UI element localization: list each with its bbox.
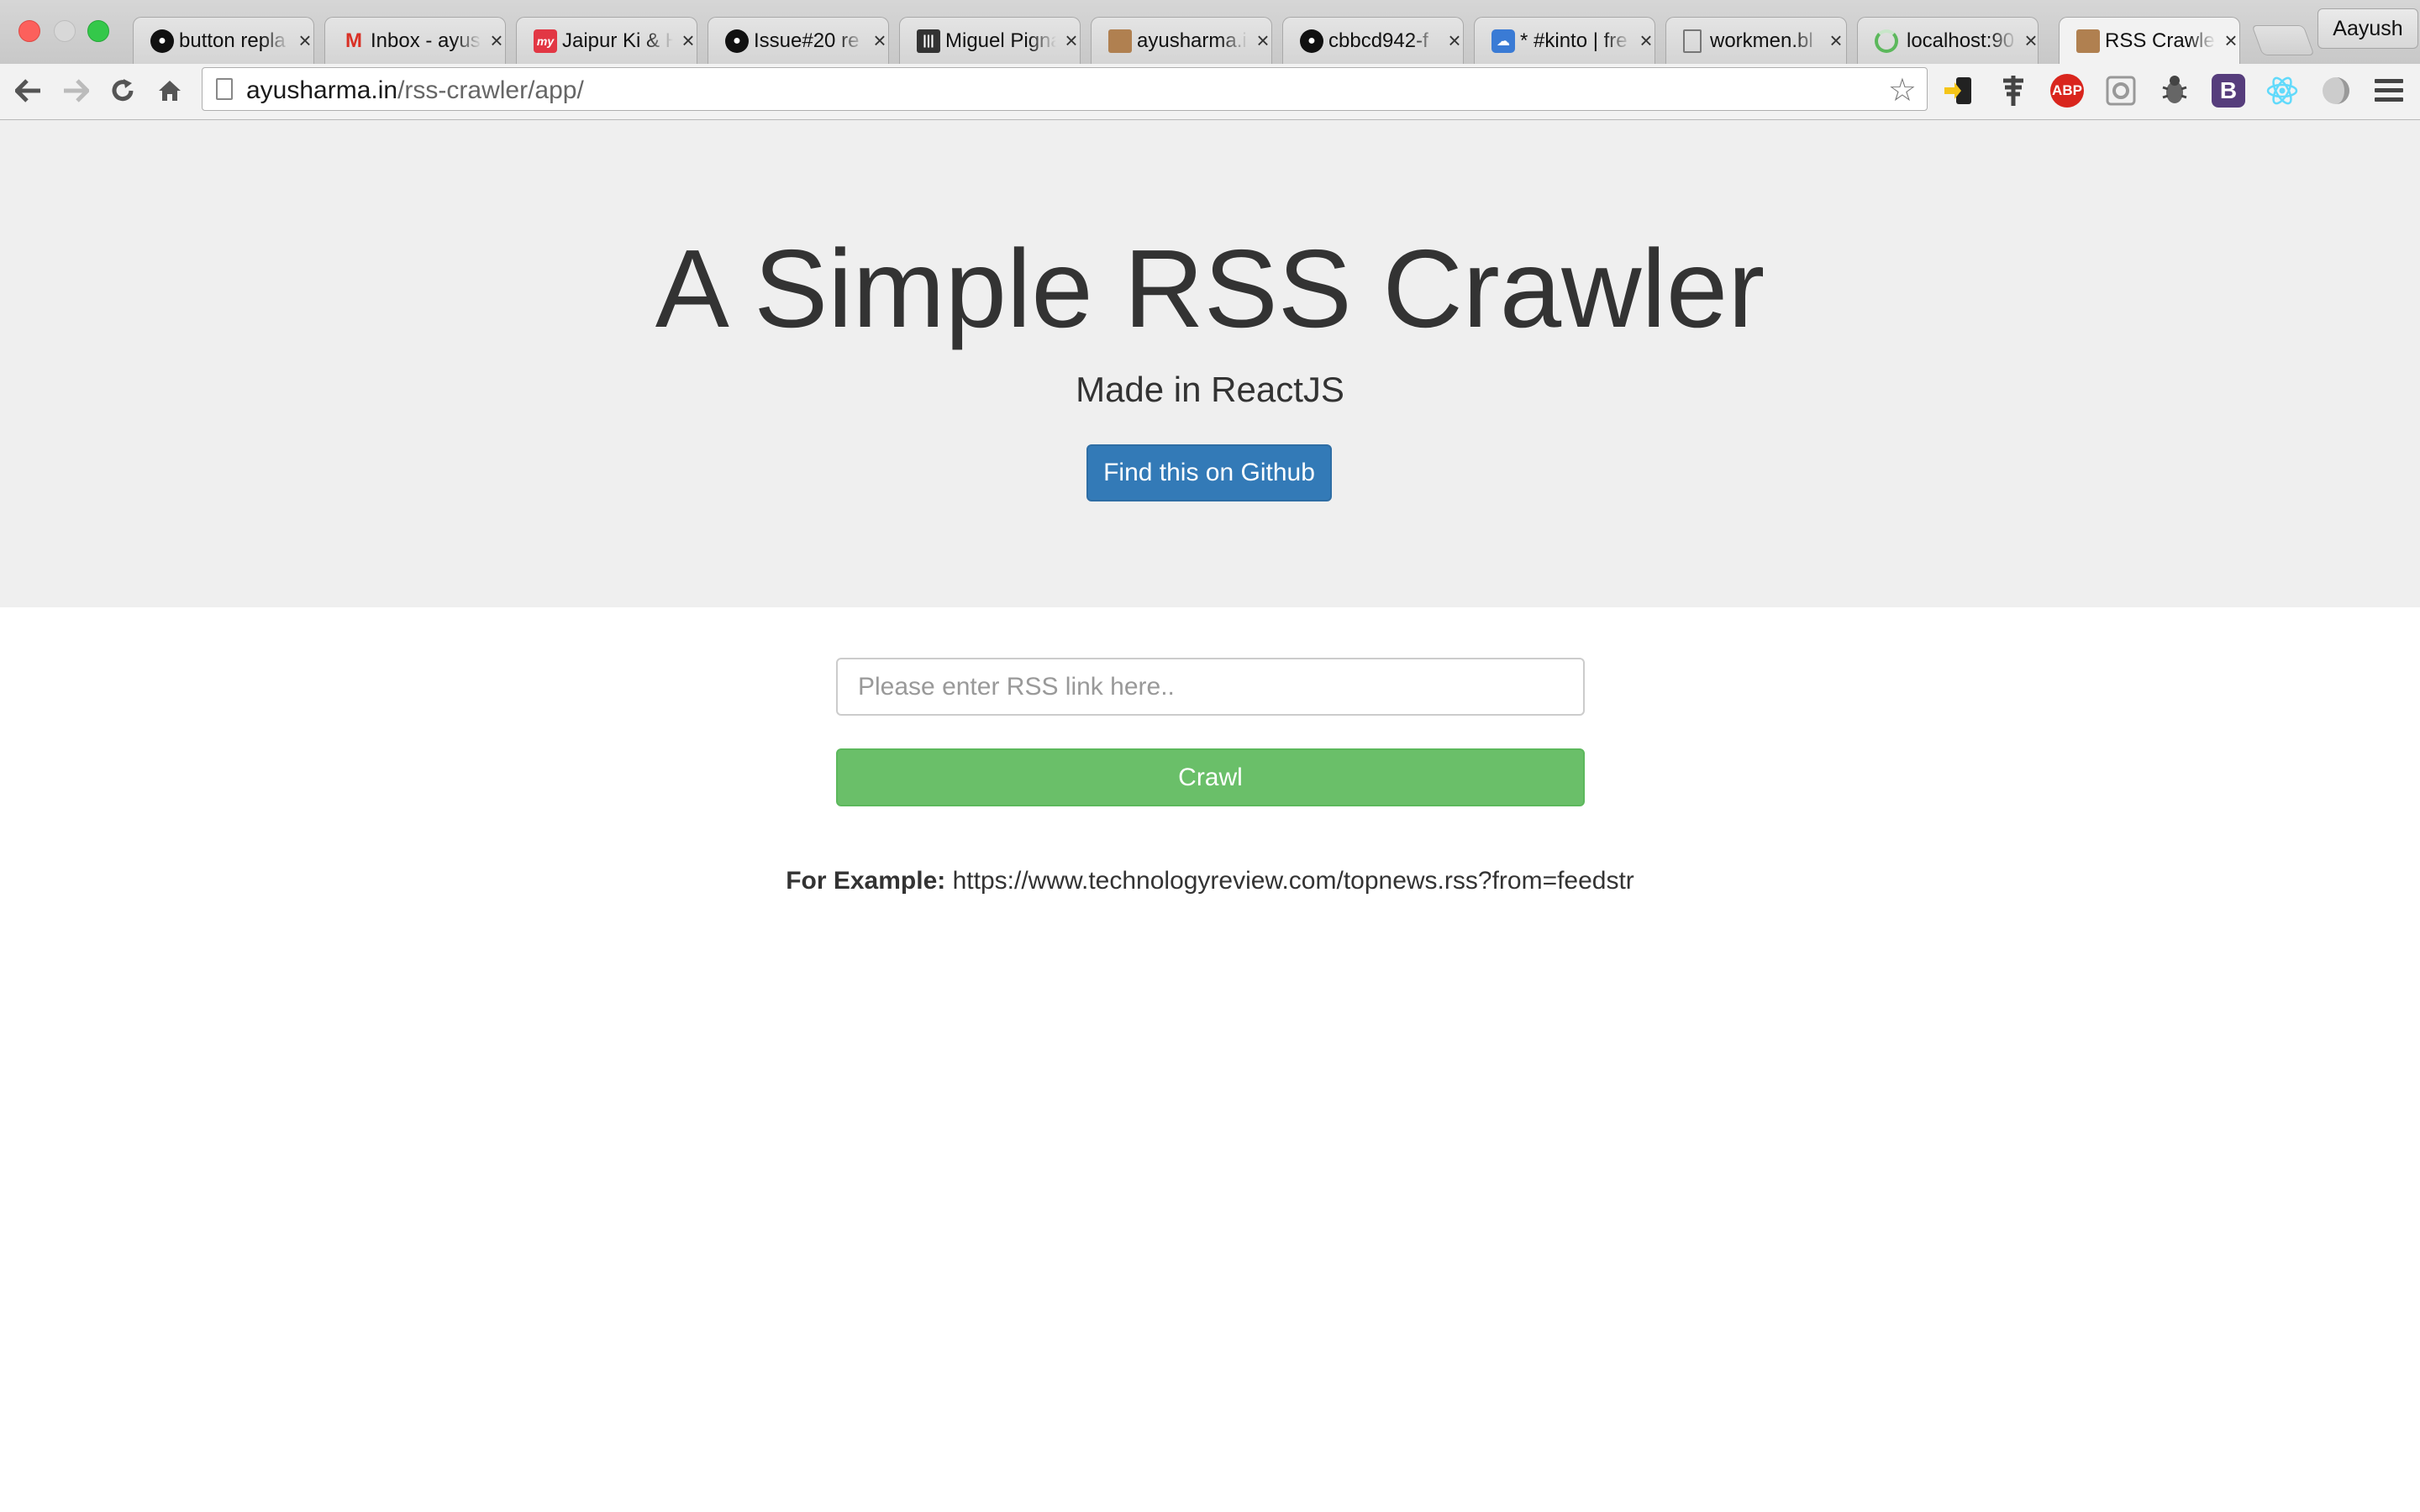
gmail-icon: M	[345, 29, 362, 52]
zoom-window-button[interactable]	[87, 20, 109, 42]
example-label: For Example:	[786, 867, 946, 895]
tab-title: * #kinto | fre	[1520, 29, 1628, 52]
browser-tab-active[interactable]: RSS Crawler ×	[2059, 17, 2240, 64]
url-path: /rss-crawler/app/	[397, 76, 584, 104]
home-icon[interactable]	[151, 72, 188, 109]
page-icon	[216, 78, 233, 100]
browser-tab[interactable]: ☁ * #kinto | fre ×	[1474, 17, 1655, 64]
tab-title: cbbcd942-f	[1328, 29, 1428, 52]
tab-close-icon[interactable]: ×	[1063, 28, 1080, 54]
tab-title: Issue#20 re	[754, 29, 860, 52]
minimize-window-button[interactable]	[54, 20, 76, 42]
tab-title: ayusharma.i	[1137, 29, 1247, 52]
example-text: For Example: https://www.technologyrevie…	[0, 867, 2420, 895]
tab-close-icon[interactable]: ×	[488, 28, 505, 54]
browser-toolbar: ayusharma.in/rss-crawler/app/ ☆ ABP B	[0, 64, 2420, 121]
tab-title: Miguel Pigna	[945, 29, 1056, 52]
tab-close-icon[interactable]: ×	[680, 28, 697, 54]
example-url: https://www.technologyreview.com/topnews…	[952, 867, 1634, 895]
browser-tab-strip: ● button repla × M Inbox - ayus × my Jai…	[0, 0, 2420, 64]
tab-close-icon[interactable]: ×	[2024, 28, 2038, 54]
browser-tab[interactable]: ● cbbcd942-f ×	[1282, 17, 1464, 64]
tab-close-icon[interactable]: ×	[871, 28, 888, 54]
tab-title: Inbox - ayus	[371, 29, 481, 52]
browser-tab[interactable]: M Inbox - ayus ×	[324, 17, 506, 64]
page-subtitle: Made in ReactJS	[1076, 370, 1344, 409]
bookmark-star-icon[interactable]: ☆	[1888, 71, 1917, 109]
url-domain: ayusharma.in	[246, 76, 398, 104]
tab-close-icon[interactable]: ×	[1828, 28, 1844, 54]
irc-cloud-icon: ☁	[1491, 29, 1515, 53]
github-icon: ●	[150, 29, 174, 53]
tab-close-icon[interactable]: ×	[1255, 28, 1271, 54]
tab-title: Jaipur Ki & H	[562, 29, 673, 52]
browser-tab[interactable]: ● button repla ×	[133, 17, 314, 64]
browser-tab[interactable]: my Jaipur Ki & H ×	[516, 17, 697, 64]
tab-title: workmen.bl	[1710, 29, 1813, 52]
browser-tab[interactable]: localhost:90 ×	[1857, 17, 2039, 64]
tab-close-icon[interactable]: ×	[297, 28, 313, 54]
github-icon: ●	[1300, 29, 1323, 53]
settings-extension-icon[interactable]	[2104, 74, 2138, 108]
grey-extension-icon[interactable]	[2319, 74, 2353, 108]
medium-icon: |||	[917, 29, 940, 53]
new-tab-button[interactable]	[2251, 25, 2315, 55]
paytm-icon: my	[534, 29, 557, 53]
tab-close-icon[interactable]: ×	[1446, 28, 1463, 54]
crawl-button[interactable]: Crawl	[836, 748, 1585, 806]
browser-tab[interactable]: ||| Miguel Pigna ×	[899, 17, 1081, 64]
close-window-button[interactable]	[18, 20, 40, 42]
browser-tab[interactable]: ● Issue#20 re ×	[708, 17, 889, 64]
profile-button[interactable]: Aayush	[2317, 8, 2418, 49]
bootstrap-extension-icon[interactable]: B	[2212, 74, 2245, 108]
avatar-icon	[2076, 29, 2100, 53]
menu-icon[interactable]	[2375, 79, 2403, 107]
github-icon: ●	[725, 29, 749, 53]
avatar-icon	[1108, 29, 1132, 53]
browser-tab[interactable]: ayusharma.i ×	[1091, 17, 1272, 64]
back-arrow-icon[interactable]	[10, 72, 47, 109]
tab-title: RSS Crawler	[2105, 29, 2216, 52]
address-bar[interactable]: ayusharma.in/rss-crawler/app/ ☆	[202, 67, 1928, 111]
phone-extension-icon[interactable]	[1943, 74, 1976, 108]
loading-icon	[1875, 29, 1898, 53]
browser-tab[interactable]: workmen.bl ×	[1665, 17, 1847, 64]
tab-close-icon[interactable]: ×	[1638, 28, 1655, 54]
react-devtools-icon[interactable]	[2265, 74, 2299, 108]
document-icon	[1683, 29, 1702, 53]
tab-title: button repla	[179, 29, 286, 52]
bug-extension-icon[interactable]	[2158, 74, 2191, 108]
reload-icon[interactable]	[104, 72, 141, 109]
page-title: A Simple RSS Crawler	[655, 227, 1765, 350]
jumbotron: A Simple RSS Crawler Made in ReactJS Fin…	[0, 120, 2420, 607]
url-text[interactable]: ayusharma.in/rss-crawler/app/	[246, 76, 584, 105]
github-link-button[interactable]: Find this on Github	[1086, 444, 1332, 501]
adblock-plus-icon[interactable]: ABP	[2050, 74, 2084, 108]
rss-link-input[interactable]	[836, 658, 1585, 716]
forward-arrow-icon[interactable]	[57, 72, 94, 109]
traffic-extension-icon[interactable]	[1996, 74, 2030, 108]
tab-title: localhost:90	[1907, 29, 2015, 52]
tab-close-icon[interactable]: ×	[2223, 28, 2239, 54]
